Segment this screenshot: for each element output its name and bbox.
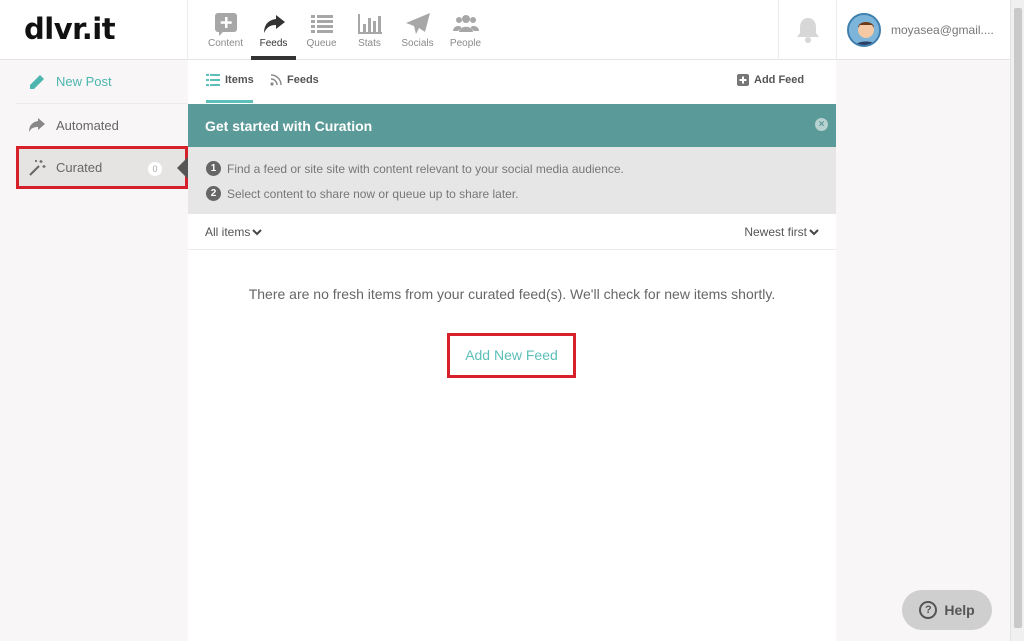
active-tab-underline xyxy=(206,100,253,103)
right-panel xyxy=(836,60,1010,641)
nav-label: People xyxy=(449,38,482,49)
scrollbar-thumb[interactable] xyxy=(1014,8,1022,628)
question-icon: ? xyxy=(919,601,938,619)
curation-banner: Get started with Curation × xyxy=(188,104,836,147)
help-label: Help xyxy=(944,602,975,618)
bar-chart-icon xyxy=(357,14,382,34)
nav-content[interactable]: Content xyxy=(203,0,248,60)
plus-square-icon xyxy=(214,13,237,36)
list-icon xyxy=(206,74,220,86)
paper-plane-icon xyxy=(405,13,430,34)
tab-feeds[interactable]: Feeds xyxy=(270,74,319,86)
help-button[interactable]: ? Help xyxy=(902,590,992,630)
sidebar-item-new-post[interactable]: New Post xyxy=(16,60,188,103)
nav-label: Queue xyxy=(306,38,337,49)
user-menu[interactable]: moyasea@gmail.... xyxy=(836,0,1010,60)
tab-label: Feeds xyxy=(287,74,319,86)
sidebar-item-automated[interactable]: Automated xyxy=(16,103,188,146)
avatar[interactable] xyxy=(847,13,881,47)
scrollbar[interactable] xyxy=(1010,0,1024,641)
plus-square-icon xyxy=(737,74,749,86)
step-number: 2 xyxy=(206,186,221,201)
nav-queue[interactable]: Queue xyxy=(299,0,344,60)
add-feed-label: Add Feed xyxy=(754,74,805,86)
bell-icon xyxy=(796,18,819,43)
nav-people[interactable]: People xyxy=(443,0,488,60)
rss-icon xyxy=(270,74,282,86)
top-bar: dlvr.it Content Feeds Queue Stats Social… xyxy=(0,0,1010,60)
nav-feeds[interactable]: Feeds xyxy=(251,0,296,60)
pencil-icon xyxy=(28,73,46,91)
step-text: Find a feed or site site with content re… xyxy=(227,161,624,176)
tab-bar: Items Feeds Add Feed xyxy=(188,60,836,104)
sort-dropdown[interactable]: Newest first xyxy=(744,225,819,239)
share-arrow-icon xyxy=(263,15,285,33)
nav-label: Socials xyxy=(401,38,434,49)
sidebar-item-label: Curated xyxy=(56,160,103,175)
magic-wand-icon xyxy=(28,159,46,177)
main-nav: Content Feeds Queue Stats Socials People xyxy=(203,0,491,60)
main-panel: Items Feeds Add Feed Get started with Cu… xyxy=(188,60,836,641)
active-indicator-arrow xyxy=(177,157,188,179)
add-new-feed-link[interactable]: Add New Feed xyxy=(447,333,576,378)
share-arrow-icon xyxy=(28,116,46,134)
step-number: 1 xyxy=(206,161,221,176)
sidebar: New Post Automated Curated 0 xyxy=(0,60,188,641)
chevron-down-icon xyxy=(252,228,263,235)
sidebar-item-label: Automated xyxy=(56,117,119,133)
filter-label: All items xyxy=(205,225,251,239)
tab-label: Items xyxy=(225,74,254,86)
logo[interactable]: dlvr.it xyxy=(24,12,116,46)
notifications-button[interactable] xyxy=(778,0,836,60)
step-text: Select content to share now or queue up … xyxy=(227,186,519,201)
chevron-down-icon xyxy=(809,228,819,235)
sidebar-item-curated[interactable]: Curated 0 xyxy=(16,146,188,189)
banner-title: Get started with Curation xyxy=(205,118,373,134)
list-icon xyxy=(310,15,333,33)
people-icon xyxy=(452,15,479,32)
count-badge: 0 xyxy=(148,162,162,176)
step-item: 2 Select content to share now or queue u… xyxy=(206,181,836,206)
divider xyxy=(187,0,188,60)
nav-socials[interactable]: Socials xyxy=(395,0,440,60)
close-icon[interactable]: × xyxy=(815,118,828,131)
sidebar-item-label: New Post xyxy=(56,74,112,89)
items-filter-dropdown[interactable]: All items xyxy=(205,225,263,239)
nav-label: Feeds xyxy=(259,38,288,49)
filter-bar: All items Newest first xyxy=(188,214,836,250)
empty-state-message: There are no fresh items from your curat… xyxy=(248,286,776,302)
user-email: moyasea@gmail.... xyxy=(891,23,994,37)
add-feed-button[interactable]: Add Feed xyxy=(737,74,804,86)
nav-label: Stats xyxy=(358,38,381,49)
getting-started-steps: 1 Find a feed or site site with content … xyxy=(188,147,836,214)
step-item: 1 Find a feed or site site with content … xyxy=(206,156,836,181)
nav-label: Content xyxy=(207,38,244,49)
avatar-image xyxy=(849,15,879,45)
sort-label: Newest first xyxy=(744,225,807,239)
nav-stats[interactable]: Stats xyxy=(347,0,392,60)
tab-items[interactable]: Items xyxy=(206,74,254,86)
